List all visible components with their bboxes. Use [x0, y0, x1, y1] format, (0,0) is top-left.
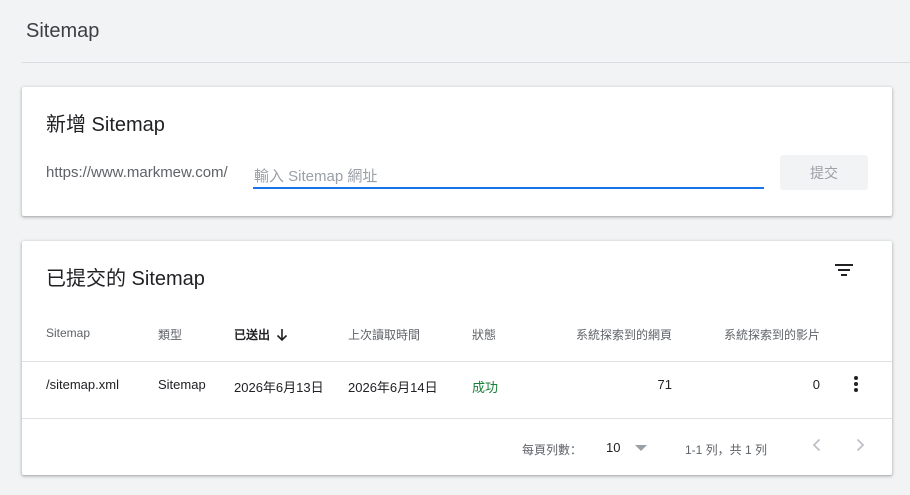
page-header: Sitemap [22, 0, 910, 63]
column-header-sitemap[interactable]: Sitemap [46, 326, 90, 340]
submit-button[interactable]: 提交 [780, 155, 868, 190]
column-header-status[interactable]: 狀態 [472, 326, 496, 343]
add-sitemap-title: 新增 Sitemap [46, 114, 165, 136]
filter-icon[interactable] [833, 261, 855, 279]
column-header-submitted-label: 已送出 [234, 328, 271, 342]
url-prefix: https://www.markmew.com/ [46, 164, 228, 181]
column-header-submitted[interactable]: 已送出 [234, 326, 288, 343]
row-divider [22, 418, 892, 419]
cell-sitemap: /sitemap.xml [46, 377, 119, 392]
page-title: Sitemap [26, 20, 100, 42]
cell-discovered-videos: 0 [812, 377, 820, 392]
cell-status: 成功 [472, 380, 499, 395]
cell-last-read: 2026年6月14日 [348, 380, 438, 395]
cell-discovered-pages: 71 [657, 377, 672, 392]
cell-type: Sitemap [158, 377, 206, 392]
rows-per-page-value: 10 [606, 440, 621, 455]
column-header-type[interactable]: 類型 [158, 326, 182, 343]
rows-per-page-label: 每頁列數： [522, 443, 583, 457]
cell-submitted: 2026年6月13日 [234, 380, 324, 395]
column-header-last-read[interactable]: 上次讀取時間 [348, 326, 420, 343]
submitted-sitemaps-title: 已提交的 Sitemap [46, 268, 205, 290]
chevron-left-icon[interactable] [809, 437, 825, 453]
chevron-right-icon[interactable] [852, 437, 868, 453]
add-sitemap-card: 新增 Sitemap https://www.markmew.com/ 提交 [22, 87, 892, 216]
sitemap-url-input[interactable] [253, 165, 764, 189]
dropdown-arrow-icon [635, 445, 647, 451]
column-header-discovered-pages[interactable]: 系統探索到的網頁 [562, 326, 672, 343]
arrow-down-icon [276, 329, 288, 342]
header-divider [22, 361, 892, 362]
pagination-range: 1-1 列，共 1 列 [685, 443, 768, 457]
more-vert-icon[interactable] [850, 375, 862, 393]
submitted-sitemaps-card: 已提交的 Sitemap Sitemap 類型 已送出 上次讀取時間 狀態 系統… [22, 241, 892, 475]
column-header-discovered-videos[interactable]: 系統探索到的影片 [712, 326, 820, 343]
